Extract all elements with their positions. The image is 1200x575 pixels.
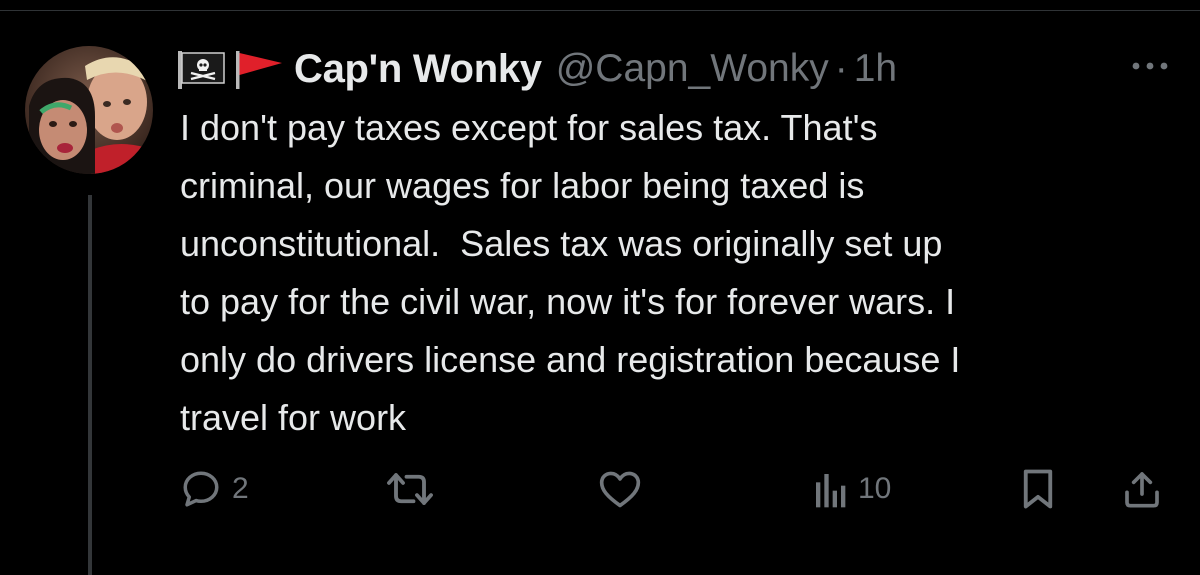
- share-icon: [1122, 468, 1162, 510]
- red-triangular-flag-icon: [234, 49, 284, 89]
- views-chart-icon: [814, 469, 848, 509]
- reply-icon: [180, 468, 222, 510]
- reply-count: 2: [232, 472, 249, 505]
- more-icon[interactable]: [1128, 56, 1172, 76]
- bookmark-button[interactable]: [1020, 466, 1056, 512]
- retweet-button[interactable]: [385, 466, 445, 512]
- bookmark-icon: [1020, 468, 1056, 510]
- views-count: 10: [858, 472, 892, 505]
- user-handle[interactable]: @Capn_Wonky: [556, 47, 829, 91]
- reply-button[interactable]: 2: [180, 466, 249, 512]
- separator-dot: ·: [834, 47, 848, 90]
- like-button[interactable]: [598, 466, 652, 512]
- retweet-icon: [385, 468, 435, 510]
- timestamp[interactable]: 1h: [854, 47, 897, 91]
- share-button[interactable]: [1122, 466, 1162, 512]
- display-name[interactable]: Cap'n Wonky: [294, 47, 542, 92]
- thread-line: [88, 195, 92, 575]
- pirate-flag-icon: [178, 49, 226, 89]
- tweet-text: I don't pay taxes except for sales tax. …: [180, 107, 961, 438]
- action-bar: 2 10: [0, 466, 1200, 512]
- heart-icon: [598, 468, 642, 510]
- avatar[interactable]: [25, 46, 153, 174]
- tweet-header: Cap'n Wonky @Capn_Wonky · 1h: [178, 42, 897, 96]
- avatar-image: [25, 46, 153, 174]
- top-divider: [0, 0, 1200, 11]
- views-button[interactable]: 10: [814, 466, 891, 512]
